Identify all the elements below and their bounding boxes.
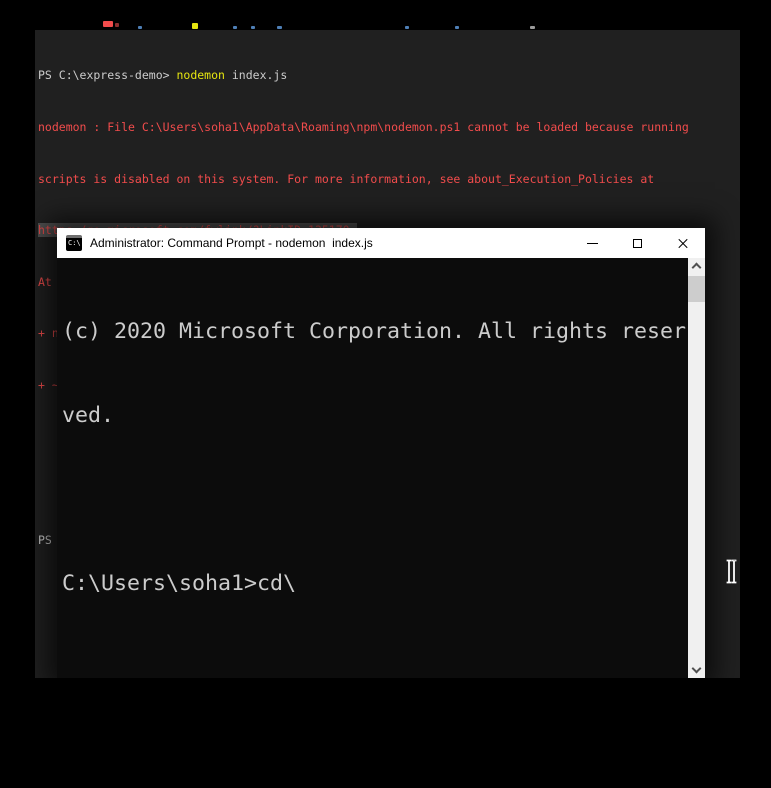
terminal-line: C:\Users\soha1>cd\ [62, 570, 683, 598]
command-arg-text: index.js [225, 68, 287, 82]
terminal-line: ved. [62, 402, 683, 430]
terminal-line [62, 486, 683, 514]
scroll-down-icon[interactable] [688, 661, 705, 678]
cmd-window: C:\ Administrator: Command Prompt - node… [57, 228, 705, 678]
close-icon [677, 237, 689, 249]
maximize-icon [633, 239, 642, 248]
scrollbar-thumb[interactable] [688, 276, 705, 302]
terminal-line [62, 654, 683, 678]
prompt-text: PS C:\express-demo> [38, 68, 176, 82]
maximize-button[interactable] [615, 228, 660, 258]
scroll-up-icon[interactable] [688, 258, 705, 275]
desktop: PS C:\express-demo> nodemon index.js nod… [0, 0, 771, 788]
minimize-icon [587, 243, 598, 244]
window-title: Administrator: Command Prompt - nodemon … [90, 236, 373, 250]
terminal-line: (c) 2020 Microsoft Corporation. All righ… [62, 318, 683, 346]
minimize-button[interactable] [570, 228, 615, 258]
cmd-app-icon: C:\ [66, 235, 82, 251]
window-controls [570, 228, 705, 258]
close-button[interactable] [660, 228, 705, 258]
cmd-terminal[interactable]: (c) 2020 Microsoft Corporation. All righ… [57, 258, 705, 678]
cmd-output: (c) 2020 Microsoft Corporation. All righ… [57, 258, 705, 678]
scrollbar[interactable] [688, 258, 705, 678]
cmd-titlebar[interactable]: C:\ Administrator: Command Prompt - node… [57, 228, 705, 258]
error-line: nodemon : File C:\Users\soha1\AppData\Ro… [38, 119, 740, 136]
ibeam-cursor-icon [724, 559, 739, 586]
error-line: scripts is disabled on this system. For … [38, 171, 740, 188]
command-text: nodemon [176, 68, 224, 82]
terminal-prompt-line: PS C:\express-demo> nodemon index.js [38, 67, 740, 84]
